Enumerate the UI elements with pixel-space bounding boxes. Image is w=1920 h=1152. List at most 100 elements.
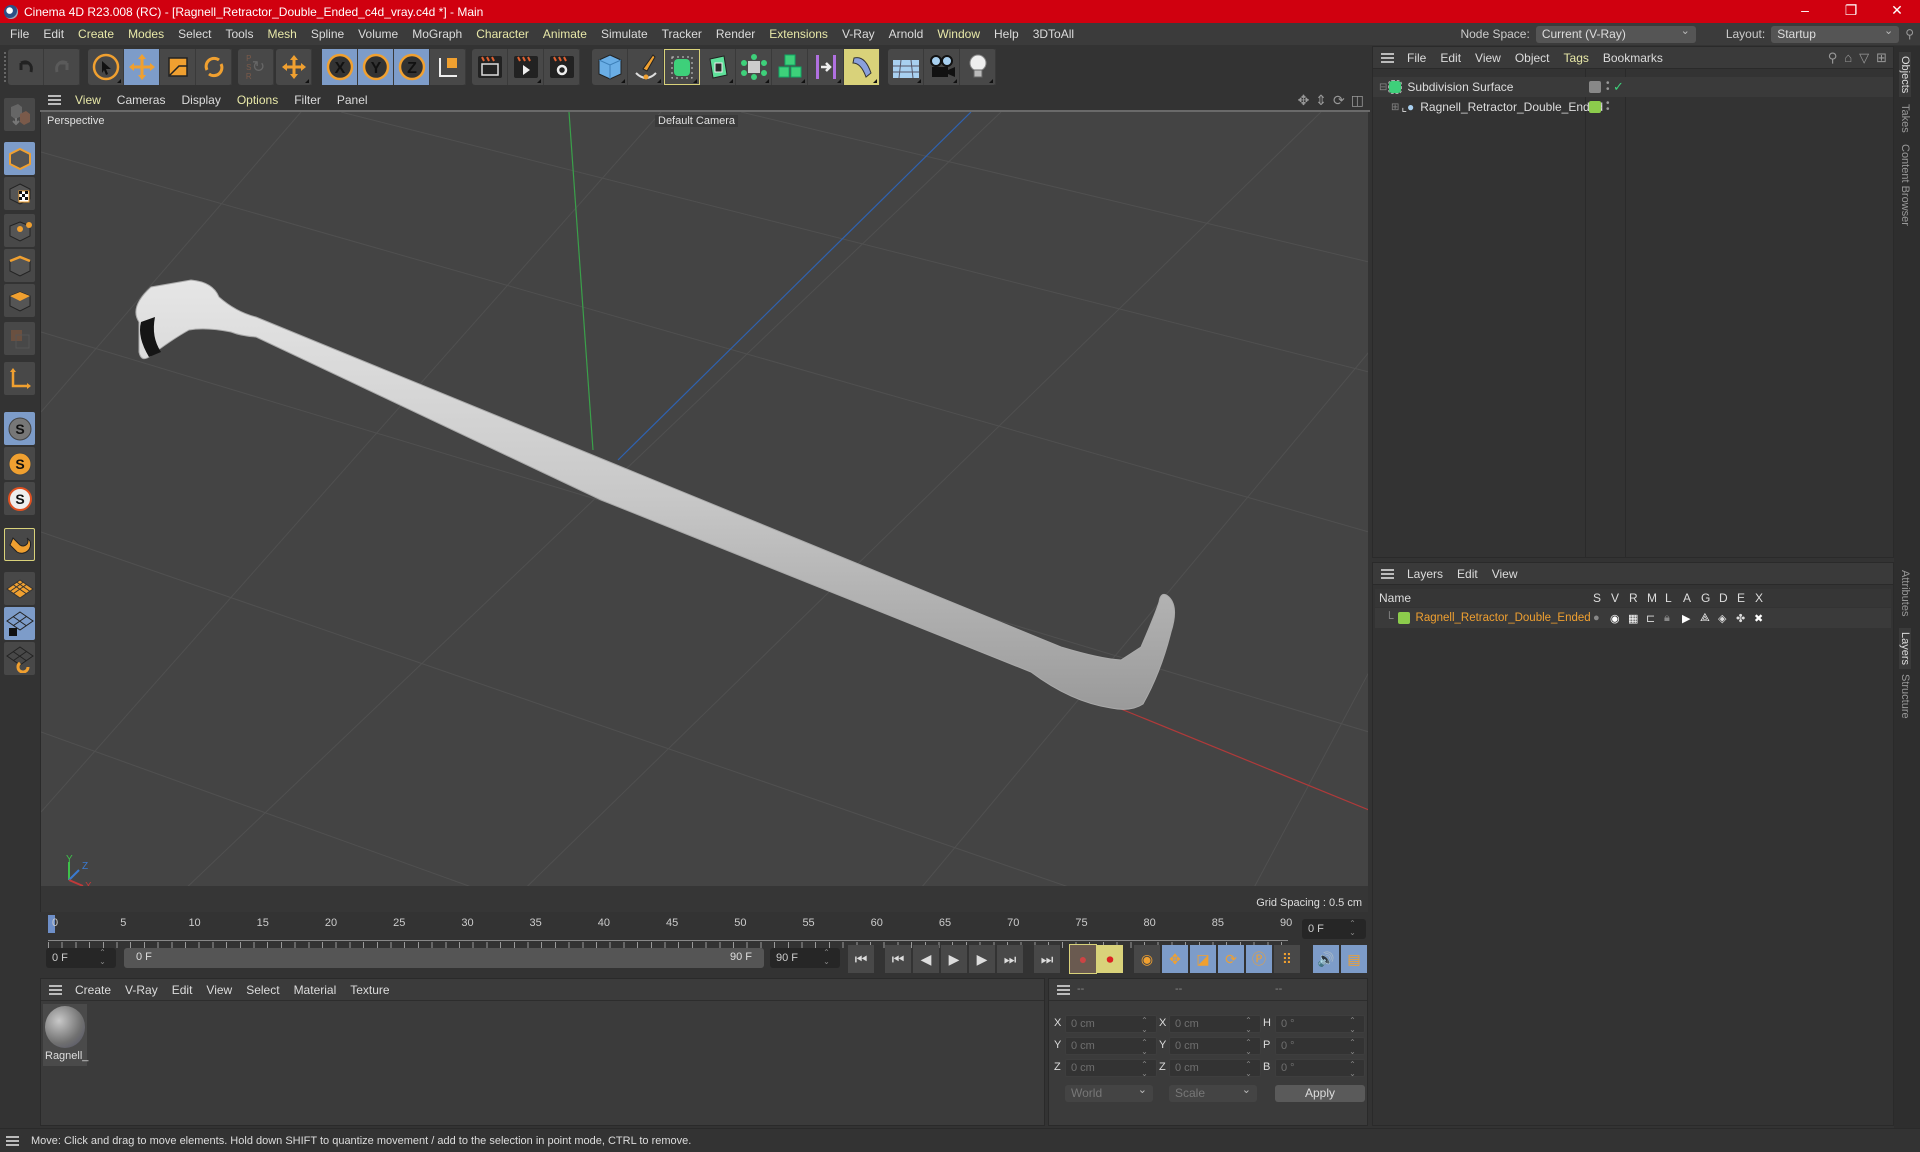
3d-viewport[interactable]: Y Z X Perspective Default Camera Grid Sp…: [40, 112, 1368, 912]
menu-edit[interactable]: Edit: [36, 27, 71, 41]
keyframe-selection-button[interactable]: ◉: [1134, 945, 1160, 973]
next-key-button[interactable]: ⏭: [997, 945, 1023, 973]
extrude-button[interactable]: [700, 49, 736, 85]
record-keys-button[interactable]: ●: [1069, 944, 1097, 974]
previous-frame-button[interactable]: ◀: [913, 945, 939, 973]
y-axis-lock-button[interactable]: Y: [358, 49, 394, 85]
minimize-button[interactable]: –: [1782, 0, 1828, 23]
viewport-menu-display[interactable]: Display: [173, 93, 228, 107]
tab-objects[interactable]: Objects: [1899, 52, 1911, 98]
object-name[interactable]: Subdivision Surface: [1407, 80, 1513, 94]
psr-button[interactable]: P S R ↻: [238, 49, 274, 85]
material-menu-view[interactable]: View: [199, 983, 239, 997]
key-scale-button[interactable]: ◪: [1190, 945, 1216, 973]
magnet-button[interactable]: [4, 528, 35, 561]
visibility-dots-icon[interactable]: • •: [1606, 79, 1610, 95]
rot-p-field[interactable]: 0 °: [1275, 1037, 1365, 1056]
axis-mode-button[interactable]: [4, 362, 35, 395]
floor-button[interactable]: [888, 49, 924, 85]
viewport-menu-filter[interactable]: Filter: [286, 93, 329, 107]
viewport-menu-options[interactable]: Options: [229, 93, 286, 107]
menu-create[interactable]: Create: [71, 27, 121, 41]
coordinate-system-button[interactable]: [430, 49, 466, 85]
object-name[interactable]: Ragnell_Retractor_Double_Ended: [1420, 100, 1603, 114]
workplane-align-button[interactable]: [4, 642, 35, 675]
menu-spline[interactable]: Spline: [304, 27, 351, 41]
autokey-button[interactable]: ⏺: [1097, 945, 1123, 973]
layout-dropdown[interactable]: Startup: [1771, 23, 1900, 43]
layer-slot-icon[interactable]: [1589, 81, 1601, 93]
snap-settings-button[interactable]: S: [4, 447, 35, 480]
menu-mesh[interactable]: Mesh: [260, 27, 303, 41]
layer-solo-icon[interactable]: ●: [1593, 612, 1600, 624]
select-tool-button[interactable]: [88, 49, 124, 85]
column-view[interactable]: V: [1611, 591, 1619, 605]
menu-help[interactable]: Help: [987, 27, 1026, 41]
pos-z-field[interactable]: 0 cm: [1065, 1059, 1157, 1078]
go-to-start-button[interactable]: ⏮: [848, 945, 874, 973]
layer-deformers-icon[interactable]: ◈: [1718, 612, 1726, 625]
cloner-button[interactable]: [772, 49, 808, 85]
column-locked[interactable]: L: [1665, 591, 1672, 605]
menu-character[interactable]: Character: [469, 27, 536, 41]
move-tool-button[interactable]: [124, 49, 160, 85]
layer-lock-icon[interactable]: 🔒︎: [1664, 612, 1670, 625]
make-editable-button[interactable]: [4, 98, 35, 131]
layer-color-icon[interactable]: [1589, 101, 1601, 113]
uv-mode-button[interactable]: [4, 322, 35, 355]
restore-button[interactable]: ❐: [1828, 0, 1874, 23]
column-expressions[interactable]: E: [1737, 591, 1745, 605]
viewport-camera-label[interactable]: Default Camera: [655, 115, 739, 127]
tab-layers[interactable]: Layers: [1899, 628, 1911, 670]
material-menu-edit[interactable]: Edit: [165, 983, 200, 997]
points-mode-button[interactable]: [4, 214, 35, 247]
size-z-field[interactable]: 0 cm: [1169, 1059, 1261, 1078]
camera-button[interactable]: [924, 49, 960, 85]
menu-extensions[interactable]: Extensions: [762, 27, 835, 41]
polygons-mode-button[interactable]: [4, 284, 35, 317]
coordinate-space-dropdown[interactable]: World: [1065, 1082, 1153, 1102]
visibility-dots-icon[interactable]: • •: [1606, 99, 1610, 115]
coordinates-menu-icon[interactable]: [1057, 984, 1070, 995]
tab-takes[interactable]: Takes: [1899, 104, 1911, 133]
menu-select[interactable]: Select: [171, 27, 218, 41]
column-render[interactable]: R: [1629, 591, 1638, 605]
object-row-retractor[interactable]: ⊞ ⌞● Ragnell_Retractor_Double_Ended • •: [1373, 97, 1893, 117]
render-settings-button[interactable]: [544, 49, 580, 85]
menu-simulate[interactable]: Simulate: [594, 27, 655, 41]
layer-name[interactable]: Ragnell_Retractor_Double_Ended: [1416, 612, 1591, 624]
rot-h-field[interactable]: 0 °: [1275, 1015, 1365, 1034]
layer-expressions-icon[interactable]: ✤: [1736, 612, 1745, 625]
timeline-ruler[interactable]: 0 5 10 15 20 25 30 35 40 45 50 55 60 65 70 75 80 85 90: [48, 915, 1292, 948]
layers-menu-layers[interactable]: Layers: [1400, 567, 1450, 581]
layer-visible-icon[interactable]: ◉: [1610, 612, 1620, 625]
coordinate-mode-dropdown[interactable]: Scale: [1169, 1082, 1257, 1102]
objects-menu-bookmarks[interactable]: Bookmarks: [1596, 51, 1670, 65]
layers-menu-view[interactable]: View: [1485, 567, 1525, 581]
key-position-button[interactable]: ✥: [1162, 945, 1188, 973]
objects-menu-icon[interactable]: [1381, 52, 1394, 63]
objects-filter-icon[interactable]: ▽: [1859, 50, 1869, 66]
maximize-view-icon[interactable]: ◫: [1351, 92, 1364, 109]
tab-content-browser[interactable]: Content Browser: [1899, 144, 1911, 226]
render-picture-viewer-button[interactable]: [508, 49, 544, 85]
scale-tool-button[interactable]: [160, 49, 196, 85]
menu-vray[interactable]: V-Ray: [835, 27, 882, 41]
start-frame-field[interactable]: 0 F: [46, 948, 116, 968]
menu-window[interactable]: Window: [930, 27, 987, 41]
objects-home-icon[interactable]: ⌂: [1844, 50, 1852, 66]
pos-y-field[interactable]: 0 cm: [1065, 1037, 1157, 1056]
status-menu-icon[interactable]: [6, 1135, 19, 1146]
bend-button[interactable]: [844, 49, 880, 85]
layer-color-icon[interactable]: [1397, 612, 1410, 624]
key-pla-button[interactable]: ⠿: [1274, 945, 1300, 973]
expand-icon[interactable]: ⊞: [1391, 102, 1399, 113]
viewport-menu-cameras[interactable]: Cameras: [109, 93, 174, 107]
cube-button[interactable]: [592, 49, 628, 85]
search-icon[interactable]: ⚲: [1905, 27, 1914, 41]
menu-tracker[interactable]: Tracker: [655, 27, 709, 41]
zoom-view-icon[interactable]: ⇕: [1315, 92, 1327, 109]
texture-mode-button[interactable]: [4, 177, 35, 210]
collapse-icon[interactable]: ⊟: [1379, 82, 1387, 93]
previous-key-button[interactable]: ⏮: [885, 945, 911, 973]
